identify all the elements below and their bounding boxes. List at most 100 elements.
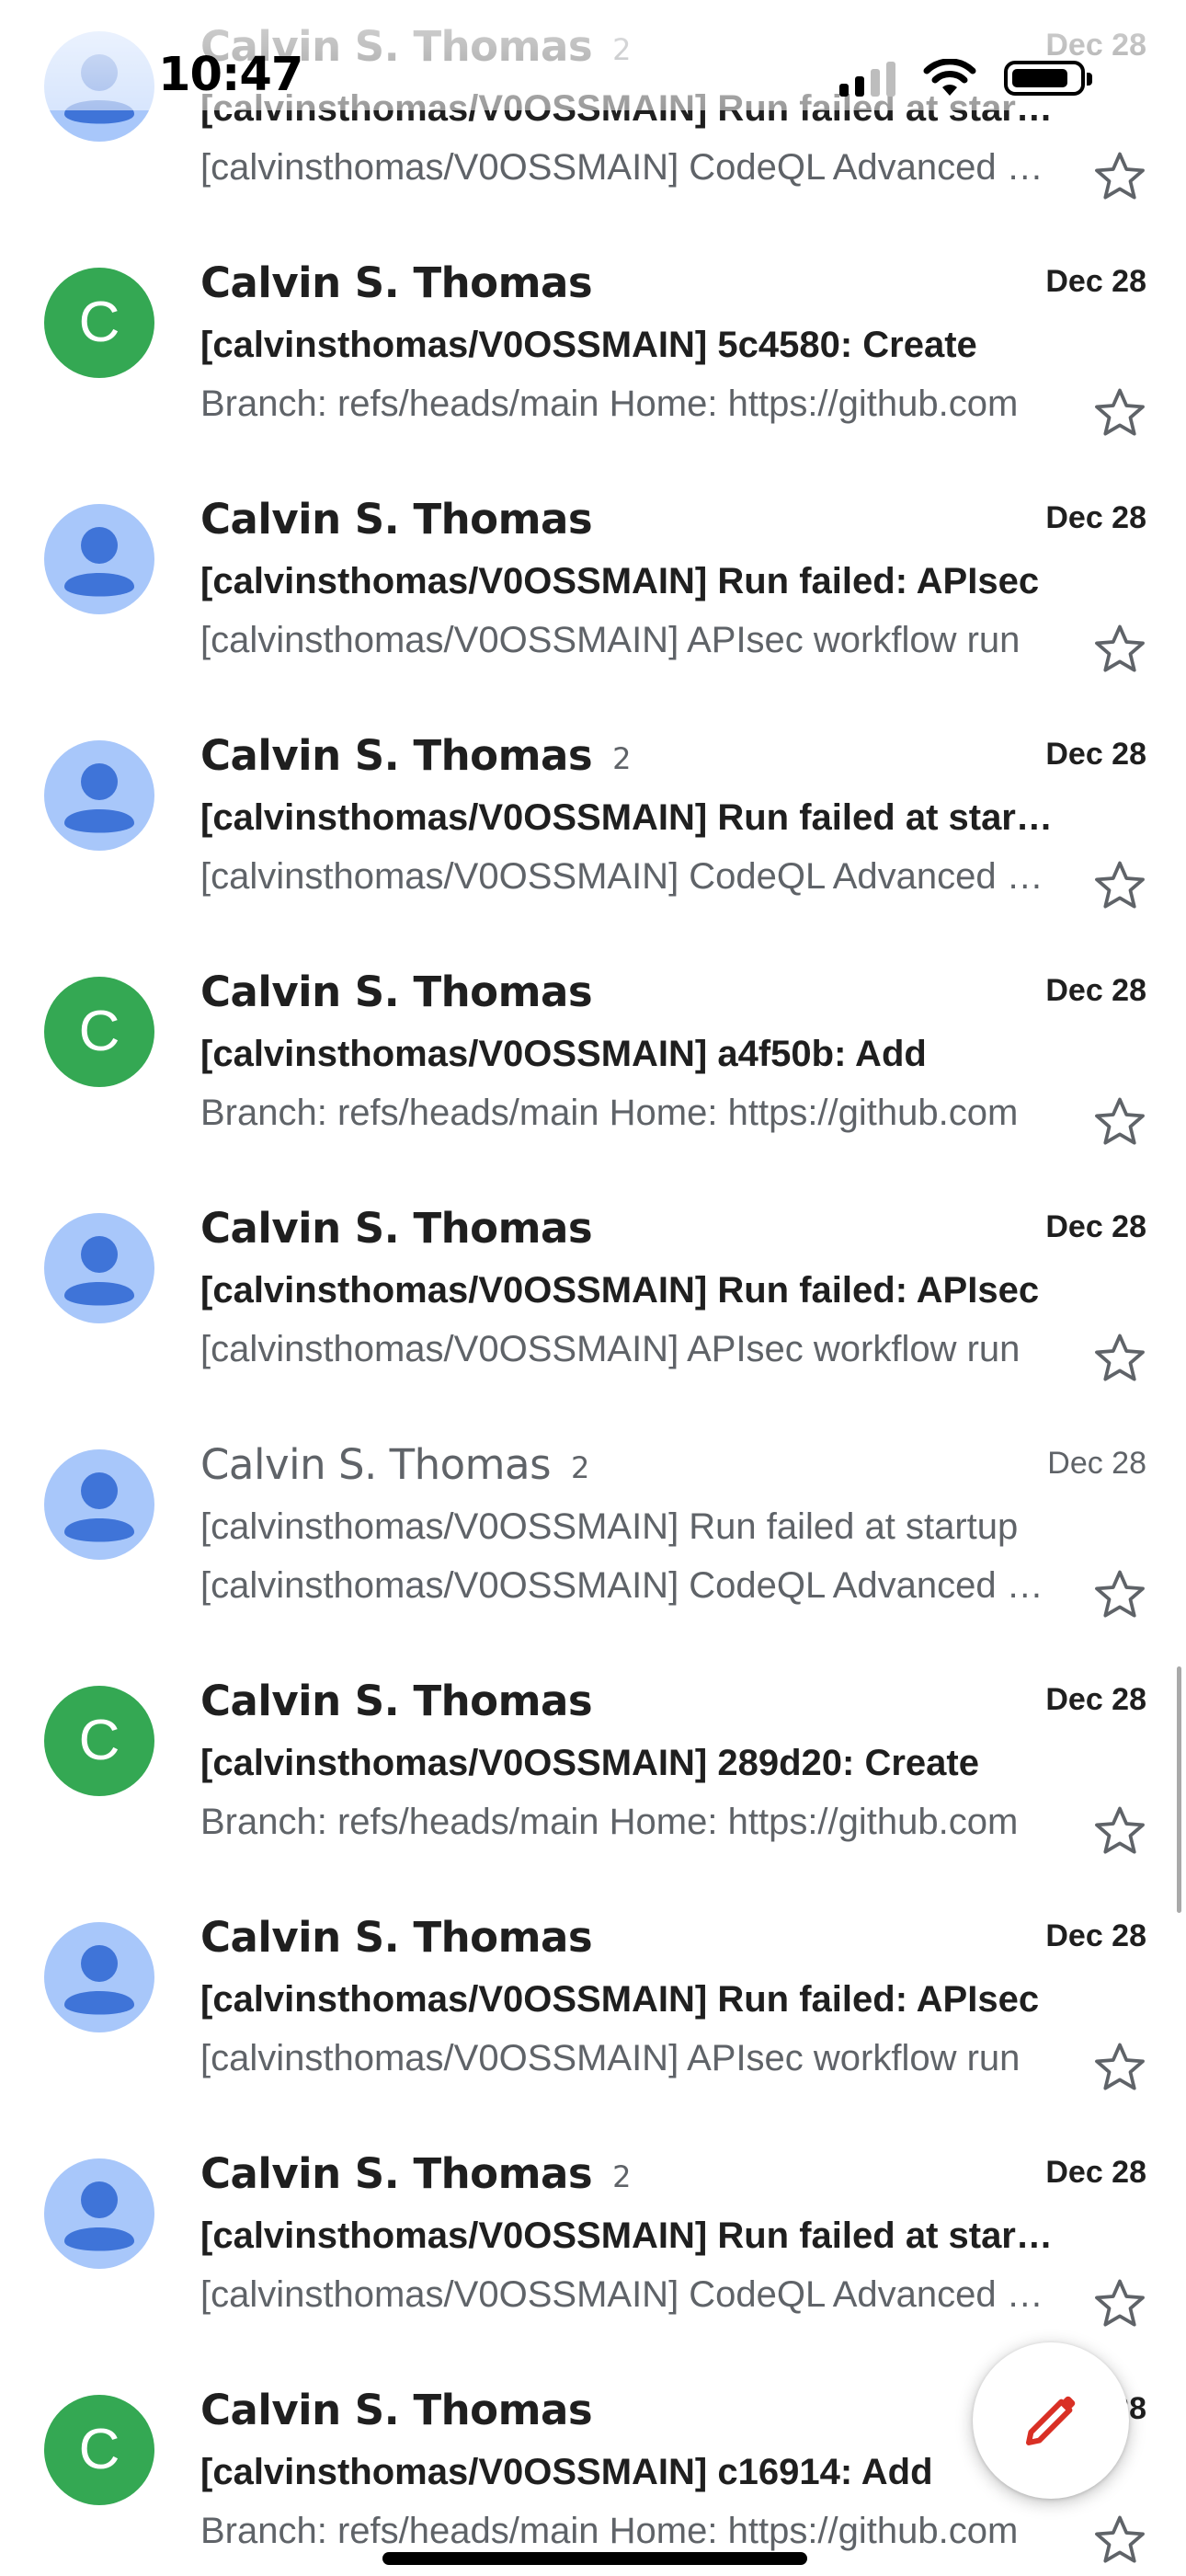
- sender-name: Calvin S. Thomas: [200, 1440, 552, 1489]
- star-button[interactable]: [1090, 1802, 1149, 1860]
- star-button[interactable]: [1090, 2511, 1149, 2570]
- star-outline-icon: [1095, 152, 1145, 200]
- email-sender: Calvin S. Thomas 2: [200, 731, 631, 780]
- avatar[interactable]: [44, 1449, 154, 1560]
- star-outline-icon: [1095, 1334, 1145, 1381]
- pencil-icon: [1026, 2396, 1076, 2445]
- star-button[interactable]: [1090, 1093, 1149, 1151]
- email-row[interactable]: Calvin S. Thomas 2 Dec 28 [calvinsthomas/V0…: [0, 685, 1186, 922]
- email-row[interactable]: Calvin S. Thomas Dec 28 [calvinsthomas/V0O…: [0, 449, 1186, 685]
- star-button[interactable]: [1090, 384, 1149, 442]
- person-icon: [64, 527, 134, 597]
- star-outline-icon: [1095, 1806, 1145, 1854]
- email-date: Dec 28: [1045, 500, 1146, 535]
- email-subject: [calvinsthomas/V0OSSMAIN] c16914: Add: [200, 2452, 933, 2492]
- sender-name: Calvin S. Thomas: [200, 1677, 593, 1725]
- thread-count: 2: [612, 32, 631, 67]
- email-subject: [calvinsthomas/V0OSSMAIN] Run failed at …: [200, 1506, 1019, 1547]
- email-sender: Calvin S. Thomas: [200, 1677, 593, 1725]
- avatar[interactable]: [44, 2158, 154, 2269]
- compose-button[interactable]: [973, 2342, 1129, 2499]
- email-date: Dec 28: [1045, 28, 1146, 63]
- person-icon: [64, 54, 134, 124]
- email-sender: Calvin S. Thomas: [200, 258, 593, 307]
- home-indicator[interactable]: [382, 2552, 807, 2565]
- email-subject: [calvinsthomas/V0OSSMAIN] Run failed at …: [200, 2215, 1055, 2256]
- star-button[interactable]: [1090, 2274, 1149, 2333]
- email-sender: Calvin S. Thomas: [200, 495, 593, 544]
- email-snippet: [calvinsthomas/V0OSSMAIN] APIsec workflo…: [200, 1329, 1021, 1369]
- email-snippet: [calvinsthomas/V0OSSMAIN] CodeQL Advance…: [200, 147, 1055, 188]
- email-sender: Calvin S. Thomas: [200, 2386, 593, 2434]
- email-snippet: [calvinsthomas/V0OSSMAIN] CodeQL Advance…: [200, 856, 1055, 897]
- email-subject: [calvinsthomas/V0OSSMAIN] Run failed at …: [200, 88, 1055, 129]
- email-sender: Calvin S. Thomas: [200, 1913, 593, 1962]
- thread-count: 2: [612, 2159, 631, 2194]
- avatar[interactable]: C: [44, 268, 154, 378]
- sender-name: Calvin S. Thomas: [200, 495, 593, 544]
- sender-name: Calvin S. Thomas: [200, 967, 593, 1016]
- avatar[interactable]: [44, 1213, 154, 1323]
- star-button[interactable]: [1090, 620, 1149, 679]
- star-outline-icon: [1095, 2515, 1145, 2563]
- email-snippet: [calvinsthomas/V0OSSMAIN] CodeQL Advance…: [200, 2274, 1055, 2315]
- thread-count: 2: [612, 741, 631, 776]
- person-icon: [64, 1472, 134, 1542]
- avatar[interactable]: [44, 31, 154, 142]
- email-row[interactable]: C Calvin S. Thomas Dec 28 [calvinsthomas/V0…: [0, 212, 1186, 449]
- email-subject: [calvinsthomas/V0OSSMAIN] a4f50b: Add: [200, 1034, 927, 1074]
- email-snippet: [calvinsthomas/V0OSSMAIN] CodeQL Advance…: [200, 1565, 1055, 1606]
- sender-name: Calvin S. Thomas: [200, 258, 593, 307]
- email-date: Dec 28: [1045, 1209, 1146, 1244]
- email-date: Dec 28: [1045, 264, 1146, 299]
- email-snippet: Branch: refs/heads/main Home: https://gi…: [200, 1093, 1019, 1133]
- person-icon: [64, 763, 134, 833]
- email-date: Dec 28: [1047, 1446, 1146, 1481]
- email-row[interactable]: Calvin S. Thomas Dec 28 [calvinsthomas/V0O…: [0, 1158, 1186, 1394]
- avatar[interactable]: [44, 740, 154, 851]
- email-date: Dec 28: [1045, 2155, 1146, 2190]
- person-icon: [64, 2181, 134, 2251]
- email-date: Dec 28: [1045, 1918, 1146, 1953]
- avatar[interactable]: C: [44, 2395, 154, 2505]
- star-outline-icon: [1095, 1570, 1145, 1618]
- email-snippet: Branch: refs/heads/main Home: https://gi…: [200, 384, 1019, 424]
- email-snippet: Branch: refs/heads/main Home: https://gi…: [200, 1802, 1019, 1842]
- scrollbar[interactable]: [1177, 1666, 1181, 1913]
- email-row[interactable]: Calvin S. Thomas 2 Dec 28 [calvinsthomas/V0…: [0, 0, 1186, 212]
- sender-name: Calvin S. Thomas: [200, 1204, 593, 1253]
- email-subject: [calvinsthomas/V0OSSMAIN] 5c4580: Create: [200, 325, 977, 365]
- star-outline-icon: [1095, 1097, 1145, 1145]
- star-outline-icon: [1095, 861, 1145, 909]
- email-subject: [calvinsthomas/V0OSSMAIN] Run failed: AP…: [200, 1270, 1040, 1311]
- email-snippet: [calvinsthomas/V0OSSMAIN] APIsec workflo…: [200, 620, 1021, 660]
- star-button[interactable]: [1090, 1329, 1149, 1388]
- star-outline-icon: [1095, 2043, 1145, 2090]
- star-button[interactable]: [1090, 147, 1149, 206]
- star-button[interactable]: [1090, 1565, 1149, 1624]
- email-row[interactable]: Calvin S. Thomas 2 Dec 28 [calvinsthomas/V0…: [0, 1394, 1186, 1631]
- sender-name: Calvin S. Thomas: [200, 731, 593, 780]
- email-row[interactable]: C Calvin S. Thomas Dec 28 [calvinsthomas/V0…: [0, 1631, 1186, 1867]
- sender-name: Calvin S. Thomas: [200, 2149, 593, 2198]
- star-button[interactable]: [1090, 856, 1149, 915]
- person-icon: [64, 1236, 134, 1306]
- email-date: Dec 28: [1045, 973, 1146, 1008]
- star-button[interactable]: [1090, 2038, 1149, 2097]
- email-row[interactable]: Calvin S. Thomas Dec 28 [calvinsthomas/V0O…: [0, 1867, 1186, 2103]
- email-subject: [calvinsthomas/V0OSSMAIN] Run failed: AP…: [200, 561, 1040, 601]
- avatar[interactable]: [44, 504, 154, 614]
- email-sender: Calvin S. Thomas: [200, 1204, 593, 1253]
- email-date: Dec 28: [1045, 1682, 1146, 1717]
- thread-count: 2: [571, 1450, 589, 1485]
- email-sender: Calvin S. Thomas: [200, 967, 593, 1016]
- email-sender: Calvin S. Thomas 2: [200, 22, 631, 71]
- avatar[interactable]: C: [44, 1686, 154, 1796]
- email-snippet: [calvinsthomas/V0OSSMAIN] APIsec workflo…: [200, 2038, 1021, 2078]
- email-row[interactable]: Calvin S. Thomas 2 Dec 28 [calvinsthomas/V0…: [0, 2103, 1186, 2340]
- avatar[interactable]: [44, 1922, 154, 2032]
- email-row[interactable]: C Calvin S. Thomas Dec 28 [calvinsthomas/V0…: [0, 922, 1186, 1158]
- sender-name: Calvin S. Thomas: [200, 22, 593, 71]
- avatar[interactable]: C: [44, 977, 154, 1087]
- email-sender: Calvin S. Thomas 2: [200, 2149, 631, 2198]
